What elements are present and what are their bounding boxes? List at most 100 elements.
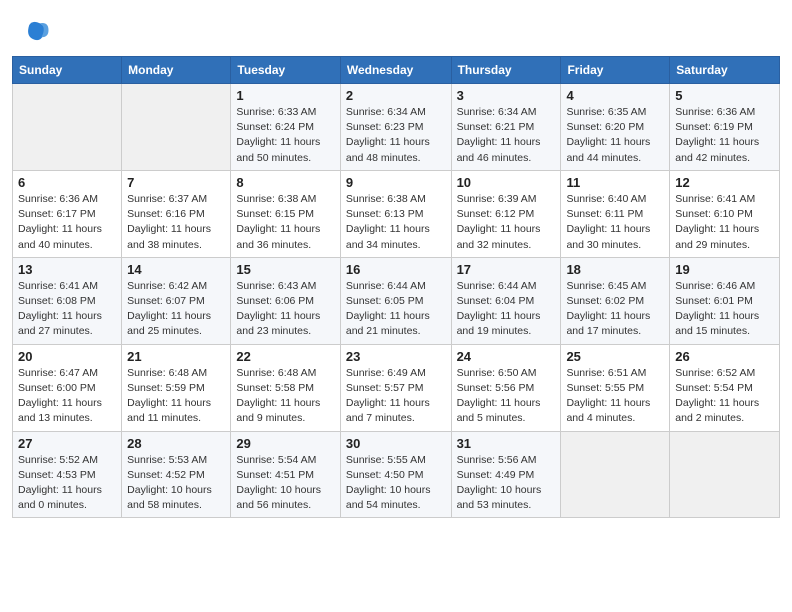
calendar-week-row: 20 Sunrise: 6:47 AMSunset: 6:00 PMDayligh… bbox=[13, 344, 780, 431]
calendar-cell: 29 Sunrise: 5:54 AMSunset: 4:51 PMDayligh… bbox=[231, 431, 340, 518]
day-number: 13 bbox=[18, 262, 116, 277]
day-info: Sunrise: 5:53 AMSunset: 4:52 PMDaylight:… bbox=[127, 453, 225, 514]
day-number: 25 bbox=[566, 349, 664, 364]
calendar-cell: 8 Sunrise: 6:38 AMSunset: 6:15 PMDaylight… bbox=[231, 170, 340, 257]
calendar-cell: 25 Sunrise: 6:51 AMSunset: 5:55 PMDayligh… bbox=[561, 344, 670, 431]
calendar-cell: 30 Sunrise: 5:55 AMSunset: 4:50 PMDayligh… bbox=[340, 431, 451, 518]
day-number: 19 bbox=[675, 262, 774, 277]
day-info: Sunrise: 6:49 AMSunset: 5:57 PMDaylight:… bbox=[346, 366, 446, 427]
calendar-cell: 26 Sunrise: 6:52 AMSunset: 5:54 PMDayligh… bbox=[670, 344, 780, 431]
day-of-week-header: Saturday bbox=[670, 57, 780, 84]
day-info: Sunrise: 6:40 AMSunset: 6:11 PMDaylight:… bbox=[566, 192, 664, 253]
calendar-container: SundayMondayTuesdayWednesdayThursdayFrid… bbox=[0, 56, 792, 518]
calendar-cell: 14 Sunrise: 6:42 AMSunset: 6:07 PMDayligh… bbox=[122, 257, 231, 344]
day-number: 29 bbox=[236, 436, 334, 451]
day-info: Sunrise: 6:39 AMSunset: 6:12 PMDaylight:… bbox=[457, 192, 556, 253]
day-number: 17 bbox=[457, 262, 556, 277]
day-info: Sunrise: 5:52 AMSunset: 4:53 PMDaylight:… bbox=[18, 453, 116, 514]
calendar-cell: 18Sunrise: 6:45 AMSunset: 6:02 PMDayligh… bbox=[561, 257, 670, 344]
day-info: Sunrise: 6:52 AMSunset: 5:54 PMDaylight:… bbox=[675, 366, 774, 427]
logo-icon bbox=[24, 18, 52, 46]
day-number: 12 bbox=[675, 175, 774, 190]
day-number: 5 bbox=[675, 88, 774, 103]
calendar-cell: 6 Sunrise: 6:36 AMSunset: 6:17 PMDaylight… bbox=[13, 170, 122, 257]
day-info: Sunrise: 6:44 AMSunset: 6:04 PMDaylight:… bbox=[457, 279, 556, 340]
day-info: Sunrise: 6:43 AMSunset: 6:06 PMDaylight:… bbox=[236, 279, 334, 340]
day-number: 2 bbox=[346, 88, 446, 103]
calendar-cell: 10Sunrise: 6:39 AMSunset: 6:12 PMDayligh… bbox=[451, 170, 561, 257]
day-info: Sunrise: 6:34 AMSunset: 6:23 PMDaylight:… bbox=[346, 105, 446, 166]
day-of-week-header: Thursday bbox=[451, 57, 561, 84]
day-number: 7 bbox=[127, 175, 225, 190]
day-number: 26 bbox=[675, 349, 774, 364]
calendar-cell: 28 Sunrise: 5:53 AMSunset: 4:52 PMDayligh… bbox=[122, 431, 231, 518]
day-info: Sunrise: 6:33 AMSunset: 6:24 PMDaylight:… bbox=[236, 105, 334, 166]
day-number: 4 bbox=[566, 88, 664, 103]
calendar-week-row: 13Sunrise: 6:41 AMSunset: 6:08 PMDayligh… bbox=[13, 257, 780, 344]
day-info: Sunrise: 5:55 AMSunset: 4:50 PMDaylight:… bbox=[346, 453, 446, 514]
day-number: 24 bbox=[457, 349, 556, 364]
calendar-cell: 24 Sunrise: 6:50 AMSunset: 5:56 PMDayligh… bbox=[451, 344, 561, 431]
day-number: 9 bbox=[346, 175, 446, 190]
day-info: Sunrise: 6:35 AMSunset: 6:20 PMDaylight:… bbox=[566, 105, 664, 166]
day-number: 8 bbox=[236, 175, 334, 190]
day-of-week-header: Monday bbox=[122, 57, 231, 84]
day-info: Sunrise: 6:48 AMSunset: 5:59 PMDaylight:… bbox=[127, 366, 225, 427]
day-number: 6 bbox=[18, 175, 116, 190]
day-info: Sunrise: 6:48 AMSunset: 5:58 PMDaylight:… bbox=[236, 366, 334, 427]
calendar-cell: 23 Sunrise: 6:49 AMSunset: 5:57 PMDayligh… bbox=[340, 344, 451, 431]
calendar-cell: 4 Sunrise: 6:35 AMSunset: 6:20 PMDaylight… bbox=[561, 84, 670, 171]
day-of-week-header: Sunday bbox=[13, 57, 122, 84]
calendar-table: SundayMondayTuesdayWednesdayThursdayFrid… bbox=[12, 56, 780, 518]
calendar-cell: 20 Sunrise: 6:47 AMSunset: 6:00 PMDayligh… bbox=[13, 344, 122, 431]
day-info: Sunrise: 6:34 AMSunset: 6:21 PMDaylight:… bbox=[457, 105, 556, 166]
day-number: 23 bbox=[346, 349, 446, 364]
day-number: 11 bbox=[566, 175, 664, 190]
calendar-cell: 21 Sunrise: 6:48 AMSunset: 5:59 PMDayligh… bbox=[122, 344, 231, 431]
day-number: 20 bbox=[18, 349, 116, 364]
day-info: Sunrise: 6:44 AMSunset: 6:05 PMDaylight:… bbox=[346, 279, 446, 340]
day-info: Sunrise: 6:38 AMSunset: 6:15 PMDaylight:… bbox=[236, 192, 334, 253]
calendar-cell: 7Sunrise: 6:37 AMSunset: 6:16 PMDaylight… bbox=[122, 170, 231, 257]
day-number: 28 bbox=[127, 436, 225, 451]
day-info: Sunrise: 6:50 AMSunset: 5:56 PMDaylight:… bbox=[457, 366, 556, 427]
day-number: 15 bbox=[236, 262, 334, 277]
day-info: Sunrise: 6:42 AMSunset: 6:07 PMDaylight:… bbox=[127, 279, 225, 340]
header-row: SundayMondayTuesdayWednesdayThursdayFrid… bbox=[13, 57, 780, 84]
day-number: 3 bbox=[457, 88, 556, 103]
calendar-cell: 2 Sunrise: 6:34 AMSunset: 6:23 PMDaylight… bbox=[340, 84, 451, 171]
calendar-header: SundayMondayTuesdayWednesdayThursdayFrid… bbox=[13, 57, 780, 84]
calendar-cell bbox=[122, 84, 231, 171]
day-info: Sunrise: 6:36 AMSunset: 6:19 PMDaylight:… bbox=[675, 105, 774, 166]
calendar-week-row: 27 Sunrise: 5:52 AMSunset: 4:53 PMDayligh… bbox=[13, 431, 780, 518]
calendar-cell: 13Sunrise: 6:41 AMSunset: 6:08 PMDayligh… bbox=[13, 257, 122, 344]
day-of-week-header: Tuesday bbox=[231, 57, 340, 84]
calendar-cell: 27 Sunrise: 5:52 AMSunset: 4:53 PMDayligh… bbox=[13, 431, 122, 518]
calendar-cell bbox=[670, 431, 780, 518]
day-info: Sunrise: 6:51 AMSunset: 5:55 PMDaylight:… bbox=[566, 366, 664, 427]
day-info: Sunrise: 5:54 AMSunset: 4:51 PMDaylight:… bbox=[236, 453, 334, 514]
day-info: Sunrise: 6:36 AMSunset: 6:17 PMDaylight:… bbox=[18, 192, 116, 253]
day-number: 16 bbox=[346, 262, 446, 277]
day-of-week-header: Friday bbox=[561, 57, 670, 84]
calendar-week-row: 6 Sunrise: 6:36 AMSunset: 6:17 PMDaylight… bbox=[13, 170, 780, 257]
day-info: Sunrise: 6:46 AMSunset: 6:01 PMDaylight:… bbox=[675, 279, 774, 340]
day-number: 21 bbox=[127, 349, 225, 364]
day-number: 22 bbox=[236, 349, 334, 364]
calendar-cell: 17 Sunrise: 6:44 AMSunset: 6:04 PMDayligh… bbox=[451, 257, 561, 344]
calendar-cell: 12Sunrise: 6:41 AMSunset: 6:10 PMDayligh… bbox=[670, 170, 780, 257]
day-number: 27 bbox=[18, 436, 116, 451]
day-number: 14 bbox=[127, 262, 225, 277]
day-number: 31 bbox=[457, 436, 556, 451]
calendar-cell: 22 Sunrise: 6:48 AMSunset: 5:58 PMDayligh… bbox=[231, 344, 340, 431]
calendar-cell: 9Sunrise: 6:38 AMSunset: 6:13 PMDaylight… bbox=[340, 170, 451, 257]
calendar-cell: 19 Sunrise: 6:46 AMSunset: 6:01 PMDayligh… bbox=[670, 257, 780, 344]
day-info: Sunrise: 5:56 AMSunset: 4:49 PMDaylight:… bbox=[457, 453, 556, 514]
day-info: Sunrise: 6:47 AMSunset: 6:00 PMDaylight:… bbox=[18, 366, 116, 427]
calendar-cell: 15 Sunrise: 6:43 AMSunset: 6:06 PMDayligh… bbox=[231, 257, 340, 344]
calendar-cell bbox=[561, 431, 670, 518]
calendar-cell bbox=[13, 84, 122, 171]
day-number: 30 bbox=[346, 436, 446, 451]
calendar-cell: 16 Sunrise: 6:44 AMSunset: 6:05 PMDayligh… bbox=[340, 257, 451, 344]
day-number: 1 bbox=[236, 88, 334, 103]
